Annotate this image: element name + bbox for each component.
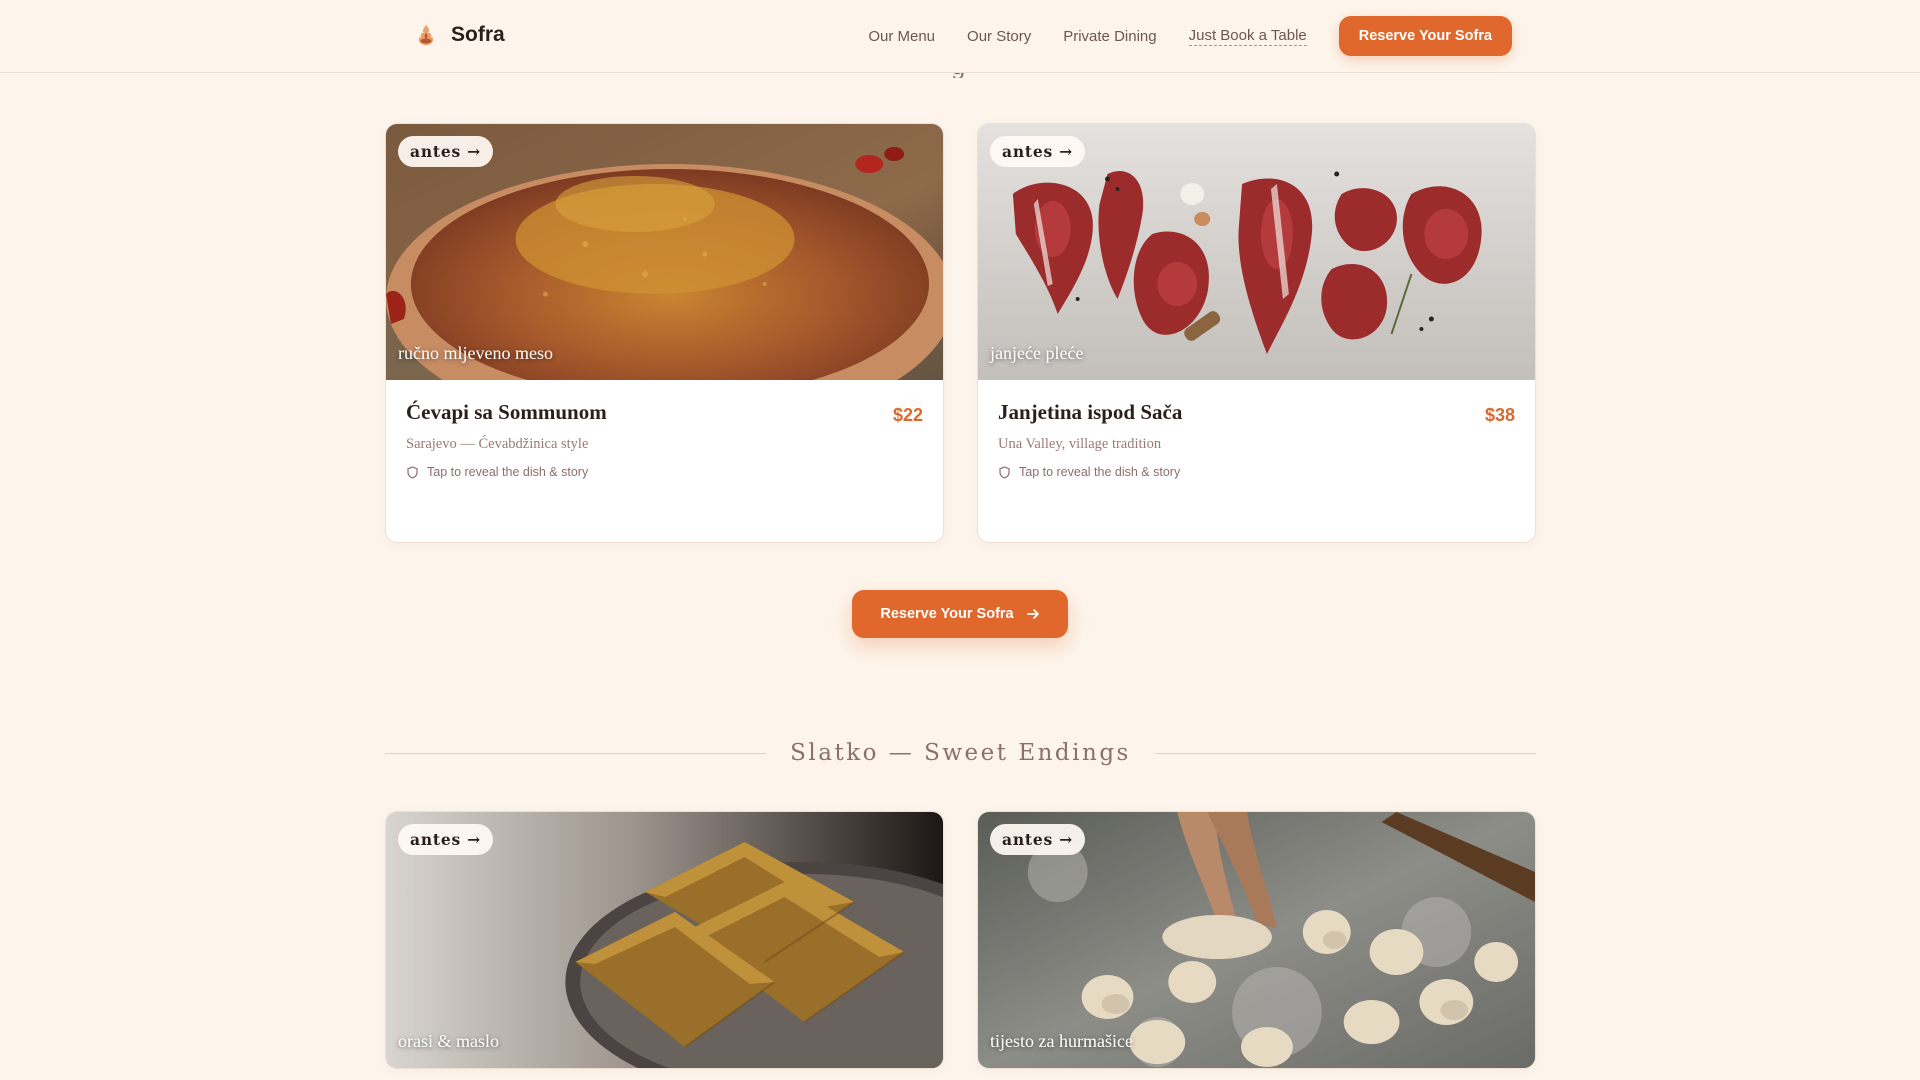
nav-private-dining[interactable]: Private Dining (1063, 28, 1156, 45)
reveal-link[interactable]: Tap to reveal the dish & story (406, 465, 923, 479)
section-title: Slatko — Sweet Endings (790, 740, 1131, 766)
category-badge[interactable]: antes → (990, 824, 1086, 855)
dish-card-hurmasice[interactable]: antes → tijesto za hurmašice (977, 811, 1536, 1069)
dish-origin: Una Valley, village tradition (998, 436, 1162, 452)
photo-caption: orasi & maslo (398, 1031, 499, 1051)
dish-price: $38 (1484, 405, 1515, 425)
photo-caption: janjeće pleće (990, 343, 1084, 363)
brand[interactable]: Sofra (413, 22, 505, 48)
card-body: Ćevapi sa Sommunom $22 Sarajevo — Ćevabd… (386, 380, 943, 542)
category-badge[interactable]: antes → (398, 136, 494, 167)
shield-icon (999, 465, 1010, 479)
dish-origin: Sarajevo — Ćevabdžinica style (406, 436, 589, 452)
nav-our-story[interactable]: Our Story (967, 28, 1031, 45)
reveal-label: Tap to reveal the dish & story (427, 465, 589, 479)
main-nav: Our Menu Our Story Private Dining Just B… (868, 16, 1512, 56)
arrow-right-icon (1026, 609, 1039, 619)
dish-name: Janjetina ispod Sača (998, 400, 1183, 424)
divider-left (385, 752, 767, 754)
nav-our-menu[interactable]: Our Menu (868, 28, 935, 45)
divider-right (1154, 752, 1536, 754)
photo-caption: tijesto za hurmašice (990, 1031, 1133, 1051)
category-badge[interactable]: antes → (398, 824, 494, 855)
dish-card-janjetina[interactable]: antes → janjeće pleće Janjetina ispod Sa… (977, 123, 1536, 543)
reserve-button-main[interactable]: Reserve Your Sofra (852, 590, 1068, 638)
dish-name: Ćevapi sa Sommunom (406, 400, 607, 424)
brand-name: Sofra (451, 23, 505, 46)
shield-icon (407, 465, 418, 479)
dish-photo-baklava: antes → orasi & maslo (386, 812, 943, 1068)
nav-just-book-a-table[interactable]: Just Book a Table (1188, 27, 1307, 46)
reveal-link[interactable]: Tap to reveal the dish & story (998, 465, 1515, 479)
dish-price: $22 (892, 405, 923, 425)
reserve-button-label: Reserve Your Sofra (880, 606, 1014, 622)
category-badge[interactable]: antes → (990, 136, 1086, 167)
photo-caption: ručno mljeveno meso (398, 343, 553, 363)
dish-card-cevapi[interactable]: antes → ručno mljeveno meso Ćevapi sa So… (385, 123, 944, 543)
flame-pot-icon (418, 25, 434, 46)
section-heading-sweet: Slatko — Sweet Endings (385, 736, 1536, 770)
site-header: Sofra Our Menu Our Story Private Dining … (0, 0, 1920, 73)
dish-card-baklava[interactable]: antes → orasi & maslo (385, 811, 944, 1069)
dish-photo-cevapi: antes → ručno mljeveno meso (386, 124, 943, 380)
dish-photo-janjetina: antes → janjeće pleće (978, 124, 1535, 380)
reveal-label: Tap to reveal the dish & story (1019, 465, 1181, 479)
dish-photo-hurmasice: antes → tijesto za hurmašice (978, 812, 1535, 1068)
reserve-button-header[interactable]: Reserve Your Sofra (1338, 16, 1512, 56)
card-body: Janjetina ispod Sača $38 Una Valley, vil… (978, 380, 1535, 542)
